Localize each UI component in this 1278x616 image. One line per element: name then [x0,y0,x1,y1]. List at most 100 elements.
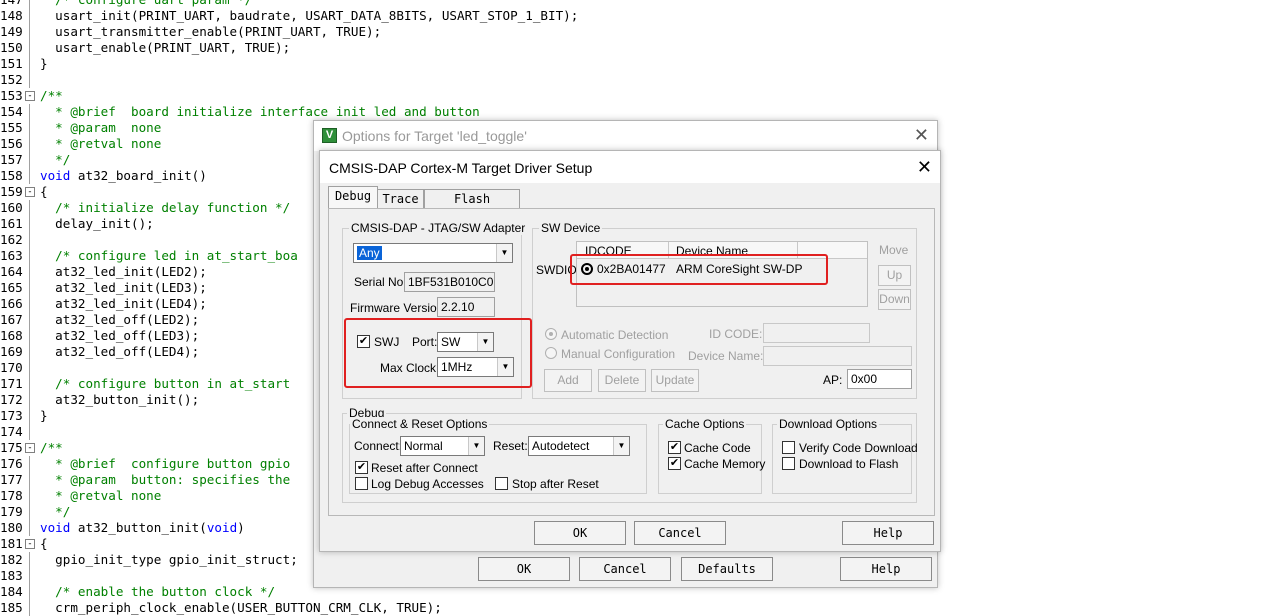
cache-code-checkbox[interactable]: ✔ [668,441,681,454]
line-number: 172 [0,392,23,407]
fold-guide [29,360,30,376]
line-number: 180 [0,520,23,535]
code-text: /* configure uart param */ [40,0,252,8]
fold-guide [29,312,30,328]
connect-value: Normal [404,439,443,453]
code-text: usart_enable(PRINT_UART, TRUE); [40,40,291,55]
options-cancel-button[interactable]: Cancel [579,557,671,581]
code-line[interactable]: 153-/** [0,88,1278,104]
ap-input[interactable]: 0x00 [847,369,912,389]
add-button[interactable]: Add [544,369,592,392]
fold-guide [29,104,30,120]
code-line[interactable]: 185 crm_periph_clock_enable(USER_BUTTON_… [0,600,1278,616]
fold-guide [29,152,30,168]
code-text: * @param none [40,120,162,135]
fold-guide [29,472,30,488]
code-text: /* configure led in at_start_boa [40,248,298,263]
line-number: 171 [0,376,23,391]
line-number: 179 [0,504,23,519]
line-number: 160 [0,200,23,215]
line-number: 151 [0,56,23,71]
manual-configuration-radio[interactable] [545,347,557,359]
update-button[interactable]: Update [651,369,699,392]
cache-memory-label: Cache Memory [684,457,766,471]
fold-guide [29,40,30,56]
code-text: at32_button_init(); [40,392,200,407]
code-text: usart_transmitter_enable(PRINT_UART, TRU… [40,24,382,39]
code-text: /** [40,440,63,455]
reset-value: Autodetect [532,439,590,453]
reset-after-connect-checkbox[interactable]: ✔ [355,461,368,474]
connect-label: Connect: [354,439,403,453]
fold-guide [29,280,30,296]
automatic-detection-label: Automatic Detection [561,328,669,342]
code-line[interactable]: 154 * @brief board initialize interface … [0,104,1278,120]
automatic-detection-radio[interactable] [545,328,557,340]
line-number: 152 [0,72,23,87]
log-debug-checkbox[interactable] [355,477,368,490]
code-text: * @retval none [40,488,162,503]
reset-select[interactable]: Autodetect ▼ [528,436,630,456]
code-text: void at32_button_init(void) [40,520,245,535]
code-line[interactable]: 148 usart_init(PRINT_UART, baudrate, USA… [0,8,1278,24]
tab-flash-download[interactable]: Flash Download [424,189,520,225]
driver-ok-button[interactable]: OK [534,521,626,545]
cache-options-group: Cache Options ✔ Cache Code ✔ Cache Memor… [658,417,766,494]
code-text: { [40,184,48,199]
driver-help-button[interactable]: Help [842,521,934,545]
down-button[interactable]: Down [878,289,911,310]
driver-cancel-button[interactable]: Cancel [634,521,726,545]
fold-guide [29,0,30,8]
fold-guide [29,520,30,536]
line-number: 159 [0,184,23,199]
fold-toggle-icon[interactable]: - [25,539,35,549]
stop-after-reset-checkbox[interactable] [495,477,508,490]
code-text: /* enable the button clock */ [40,584,276,599]
code-text: * @retval none [40,136,162,151]
line-number: 176 [0,456,23,471]
delete-button[interactable]: Delete [598,369,646,392]
line-number: 158 [0,168,23,183]
tab-debug[interactable]: Debug [328,186,378,209]
download-flash-checkbox[interactable] [782,457,795,470]
line-number: 148 [0,8,23,23]
firmware-label: Firmware Version: [350,301,447,315]
code-line[interactable]: 150 usart_enable(PRINT_UART, TRUE); [0,40,1278,56]
fold-guide [29,248,30,264]
fold-toggle-icon[interactable]: - [25,443,35,453]
code-text: crm_periph_clock_enable(USER_BUTTON_CRM_… [40,600,442,615]
code-line[interactable]: 151} [0,56,1278,72]
connect-select[interactable]: Normal ▼ [400,436,485,456]
tab-trace[interactable]: Trace [377,189,424,209]
line-number: 155 [0,120,23,135]
code-text: at32_led_init(LED4); [40,296,207,311]
fold-guide [29,328,30,344]
code-text: /** [40,88,63,103]
code-line[interactable]: 152 [0,72,1278,88]
idcode-input[interactable] [763,323,870,343]
line-number: 147 [0,0,23,8]
code-line[interactable]: 149 usart_transmitter_enable(PRINT_UART,… [0,24,1278,40]
options-help-button[interactable]: Help [840,557,932,581]
verify-download-label: Verify Code Download [799,441,918,455]
adapter-select[interactable]: Any ▼ [353,243,513,263]
connect-reset-group: Connect & Reset Options Connect: Normal … [349,417,647,494]
fold-guide [29,408,30,424]
fold-toggle-icon[interactable]: - [25,187,35,197]
fold-guide [29,376,30,392]
fold-toggle-icon[interactable]: - [25,91,35,101]
close-icon[interactable]: ✕ [914,125,929,146]
up-button[interactable]: Up [878,265,911,286]
firmware-field: 2.2.10 [437,297,495,317]
options-titlebar: V Options for Target 'led_toggle' ✕ [314,121,937,151]
close-icon[interactable]: ✕ [917,157,932,178]
cache-memory-checkbox[interactable]: ✔ [668,457,681,470]
code-text: gpio_init_type gpio_init_struct; [40,552,298,567]
options-ok-button[interactable]: OK [478,557,570,581]
device-name-input[interactable] [763,346,912,366]
code-line[interactable]: 147 /* configure uart param */ [0,0,1278,8]
swj-highlight-box [344,318,532,388]
options-defaults-button[interactable]: Defaults [681,557,773,581]
verify-download-checkbox[interactable] [782,441,795,454]
keil-app-icon: V [322,128,337,143]
